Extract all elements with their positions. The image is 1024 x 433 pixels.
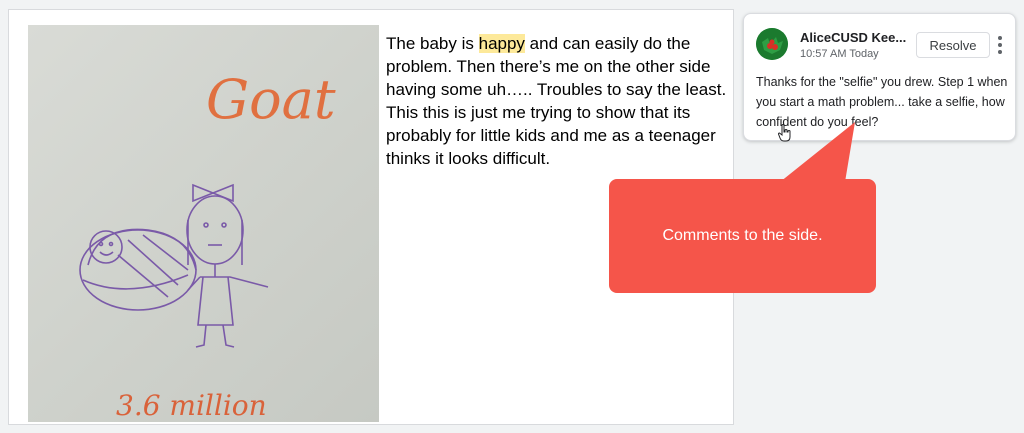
paragraph-start: The baby is <box>386 34 479 53</box>
baby-doodle <box>79 228 197 311</box>
callout-pointer <box>780 122 855 182</box>
document-paragraph: The baby is happy and can easily do the … <box>386 32 731 170</box>
drawing-title-text: Goat <box>206 68 336 131</box>
more-options-icon[interactable] <box>994 34 1006 56</box>
avatar-holly-icon <box>756 28 788 60</box>
avatar <box>756 28 788 60</box>
drawing-photo: Goat 3.6 million <box>28 25 379 422</box>
paragraph-end: and can easily do the problem. Then ther… <box>386 34 727 168</box>
drawing-caption-text: 3.6 million <box>116 389 267 422</box>
drawing-illustration: Goat 3.6 million <box>79 68 336 422</box>
girl-doodle <box>186 183 269 348</box>
comment-timestamp: 10:57 AM Today <box>800 48 879 60</box>
resolve-button[interactable]: Resolve <box>916 32 990 58</box>
annotation-callout: Comments to the side. <box>609 179 876 293</box>
highlighted-word[interactable]: happy <box>478 34 525 53</box>
comment-author: AliceCUSD Kee... <box>800 30 907 45</box>
callout-text: Comments to the side. <box>662 227 823 244</box>
